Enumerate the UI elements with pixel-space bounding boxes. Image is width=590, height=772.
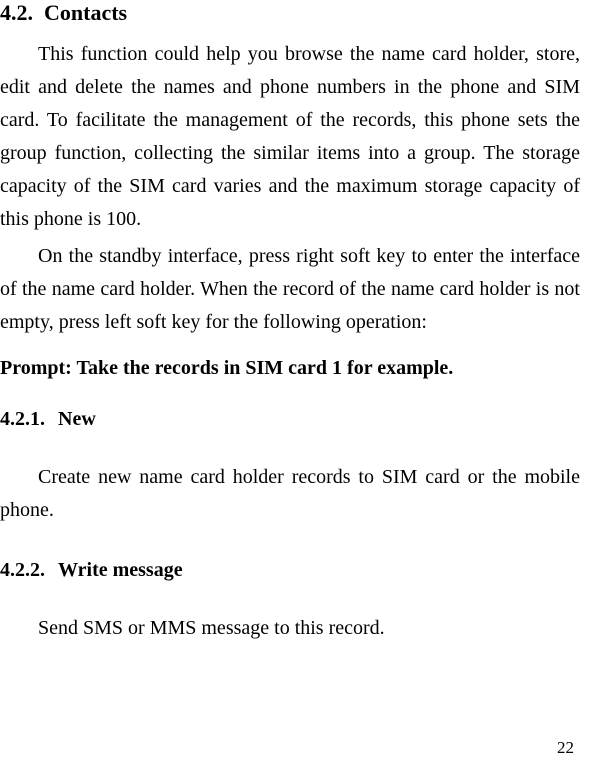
paragraph-1: This function could help you browse the … [0, 38, 580, 236]
section-number: 4.2. [0, 0, 44, 26]
page-number: 22 [557, 738, 574, 758]
subsection-body-1: Create new name card holder records to S… [0, 461, 580, 527]
subsection-body-2: Send SMS or MMS message to this record. [0, 612, 580, 645]
subsection-heading-1: 4.2.1.New [0, 408, 580, 431]
prompt-text: Prompt: Take the records in SIM card 1 f… [0, 357, 580, 380]
subsection-number-1: 4.2.1. [0, 408, 58, 431]
paragraph-2: On the standby interface, press right so… [0, 240, 580, 339]
subsection-heading-2: 4.2.2.Write message [0, 559, 580, 582]
section-title: Contacts [44, 0, 127, 25]
subsection-title-2: Write message [58, 559, 183, 581]
subsection-title-1: New [58, 408, 96, 430]
subsection-number-2: 4.2.2. [0, 559, 58, 582]
section-heading: 4.2.Contacts [0, 0, 580, 26]
